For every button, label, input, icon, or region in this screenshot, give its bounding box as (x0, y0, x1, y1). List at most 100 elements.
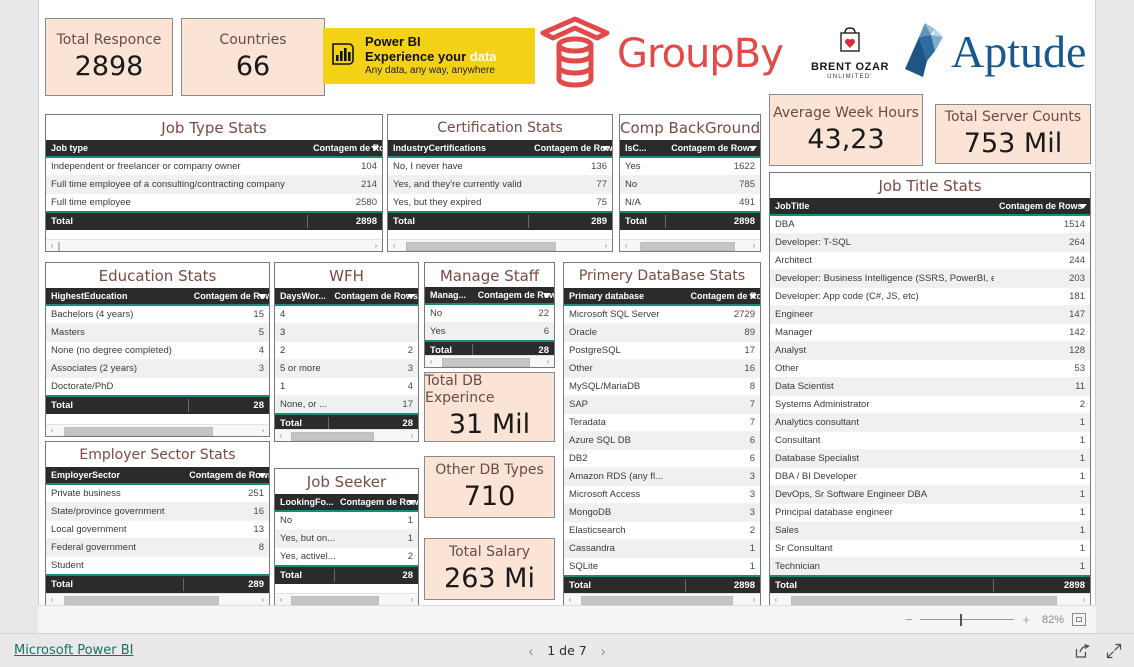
data-table[interactable]: Manag... Contagem de Rows No 22 Yes 6 Total 28 (425, 286, 554, 355)
table-row[interactable]: DBA 1514 (770, 214, 1090, 234)
table-row[interactable]: 22 (275, 341, 418, 360)
horizontal-scrollbar[interactable]: ‹ › (46, 593, 269, 605)
table-row[interactable]: No 22 (425, 303, 554, 323)
panel-job-type-stats[interactable]: Job Type Stats Job typeContagem de RowsIn… (45, 114, 383, 252)
zoom-slider-knob[interactable] (960, 613, 963, 626)
column-header-measure[interactable]: Contagem de Rows (685, 287, 760, 306)
scroll-right-icon[interactable]: › (748, 594, 760, 606)
scroll-right-icon[interactable]: › (1078, 594, 1090, 606)
scroll-right-icon[interactable]: › (257, 594, 269, 606)
scroll-right-icon[interactable]: › (542, 356, 554, 368)
column-header-category[interactable]: EmployerSector (46, 467, 185, 485)
table-row[interactable]: Local government 13 (46, 520, 269, 539)
scroll-right-icon[interactable]: › (370, 240, 382, 252)
table-row[interactable]: Amazon RDS (any fl... 3 (564, 467, 760, 486)
scroll-left-icon[interactable]: ‹ (770, 594, 782, 606)
table-row[interactable]: DBA / BI Developer 1 (770, 467, 1090, 486)
scrollbar-thumb[interactable] (63, 426, 214, 436)
panel-wfh[interactable]: WFH DaysWor... Contagem de Rows 4 3 2 2 5 or mo… (274, 262, 419, 442)
table-row[interactable]: Analyst 128 (770, 341, 1090, 360)
table-row[interactable]: Sales 1 (770, 521, 1090, 540)
data-table[interactable]: Primary databaseContagem de RowsMicrosof… (564, 287, 760, 593)
table-row[interactable]: Independent or freelancer or company own… (46, 157, 382, 176)
kpi-card-total-db-experince[interactable]: Total DB Experince 31 Mil (424, 372, 555, 442)
table-row[interactable]: Developer: Business Intelligence (SSRS, … (770, 269, 1090, 288)
panel-job-title-stats[interactable]: Job Title Stats JobTitle Contagem de Rows D… (769, 172, 1091, 606)
kpi-card-total-server-counts[interactable]: Total Server Counts 753 Mil (935, 104, 1091, 164)
scroll-left-icon[interactable]: ‹ (46, 594, 58, 606)
table-row[interactable]: None, or ... 17 (275, 395, 418, 415)
scrollbar-track[interactable] (576, 595, 748, 605)
scrollbar-thumb[interactable] (290, 431, 374, 441)
panel-certification-stats[interactable]: Certification Stats IndustryCertification… (387, 114, 613, 252)
table-row[interactable]: Yes, but on... 1 (275, 529, 418, 548)
table-row[interactable]: SAP 7 (564, 395, 760, 414)
column-header-measure[interactable]: Contagem de Rows (994, 197, 1090, 216)
table-row[interactable]: Doctorate/PhD (46, 377, 269, 397)
table-row[interactable]: Full time employee 2580 (46, 193, 382, 213)
horizontal-scrollbar[interactable]: ‹ › (46, 239, 382, 251)
data-table[interactable]: JobTitle Contagem de Rows DBA 1514 Developer… (770, 197, 1090, 593)
table-row[interactable]: Developer: App code (C#, JS, etc) 181 (770, 287, 1090, 306)
scrollbar-thumb[interactable] (640, 241, 736, 251)
table-row[interactable]: Database Specialist 1 (770, 449, 1090, 468)
table-row[interactable]: Yes, activel... 2 (275, 547, 418, 567)
column-header-measure[interactable]: Contagem de Rows (472, 286, 554, 305)
panel-primery-database-stats[interactable]: Primery DataBase Stats Primary database Co… (563, 262, 761, 606)
scrollbar-thumb[interactable] (58, 241, 60, 251)
table-row[interactable]: Elasticsearch 2 (564, 521, 760, 540)
share-icon[interactable] (1074, 643, 1090, 659)
column-header-category[interactable]: IndustryCertifications (388, 140, 530, 158)
table-row[interactable]: Cassandra 1 (564, 539, 760, 558)
table-row[interactable]: None (no degree completed) 4 (46, 341, 269, 360)
scroll-left-icon[interactable]: ‹ (46, 240, 58, 252)
table-row[interactable]: Systems Administrator 2 (770, 395, 1090, 414)
microsoft-power-bi-link[interactable]: Microsoft Power BI (14, 643, 133, 658)
zoom-in-button[interactable]: + (1022, 613, 1030, 626)
kpi-card-total-responce[interactable]: Total Responce 2898 (45, 18, 173, 96)
table-row[interactable]: Yes 6 (425, 322, 554, 342)
kpi-card-countries[interactable]: Countries 66 (181, 18, 325, 96)
scrollbar-track[interactable] (287, 595, 406, 605)
data-table[interactable]: DaysWor... Contagem de Rows 4 3 2 2 5 or more 3… (275, 287, 418, 429)
data-table[interactable]: IsC... Contagem de Rows Yes 1622 No 785 N/A 491… (620, 140, 760, 230)
table-row[interactable]: Yes 1622 (620, 157, 760, 176)
table-row[interactable]: Bachelors (4 years) 15 (46, 305, 269, 324)
scrollbar-track[interactable] (782, 595, 1078, 605)
next-page-icon[interactable]: › (601, 643, 606, 659)
table-row[interactable]: PostgreSQL 17 (564, 341, 760, 360)
table-row[interactable]: DB2 6 (564, 449, 760, 468)
data-table[interactable]: IndustryCertifications Contagem de Rows No… (388, 140, 612, 230)
scroll-left-icon[interactable]: ‹ (275, 430, 287, 442)
scroll-left-icon[interactable]: ‹ (620, 240, 632, 252)
table-row[interactable]: 3 (275, 323, 418, 342)
horizontal-scrollbar[interactable]: ‹ › (46, 424, 269, 436)
table-row[interactable]: Other 16 (564, 359, 760, 378)
table-row[interactable]: MySQL/MariaDB 8 (564, 377, 760, 396)
scroll-right-icon[interactable]: › (406, 430, 418, 442)
data-table[interactable]: EmployerSector Contagem de Rows Private bu… (46, 467, 269, 593)
table-row[interactable]: Engineer 147 (770, 305, 1090, 324)
column-header-measure[interactable]: Contagem de Rows (329, 287, 418, 306)
column-header-category[interactable]: JobTitle (770, 197, 994, 216)
table-row[interactable]: No, I never have 136 (388, 157, 612, 176)
horizontal-scrollbar[interactable]: ‹ › (275, 429, 418, 441)
table-row[interactable]: Student (46, 556, 269, 576)
horizontal-scrollbar[interactable]: ‹ › (620, 239, 760, 251)
scrollbar-track[interactable] (58, 241, 370, 251)
table-row[interactable]: 5 or more 3 (275, 359, 418, 378)
data-table[interactable]: LookingFo... Contagem de Rows No 1 Yes, but … (275, 494, 418, 584)
panel-comp-background[interactable]: Comp BackGround IsC... Contagem de Rows Yes… (619, 114, 761, 252)
table-row[interactable]: Principal database engineer 1 (770, 503, 1090, 522)
zoom-out-button[interactable]: − (905, 613, 913, 626)
scroll-left-icon[interactable]: ‹ (564, 594, 576, 606)
data-table[interactable]: HighestEducation Contagem de Rows Bachelor… (46, 288, 269, 414)
horizontal-scrollbar[interactable]: ‹ › (564, 593, 760, 605)
column-header-measure[interactable]: Contagem de Rows (666, 140, 760, 158)
scrollbar-track[interactable] (632, 241, 748, 251)
previous-page-icon[interactable]: ‹ (529, 643, 534, 659)
table-row[interactable]: Yes, but they expired 75 (388, 193, 612, 213)
scroll-right-icon[interactable]: › (748, 240, 760, 252)
fullscreen-icon[interactable] (1106, 643, 1122, 659)
table-row[interactable]: 4 (275, 304, 418, 324)
